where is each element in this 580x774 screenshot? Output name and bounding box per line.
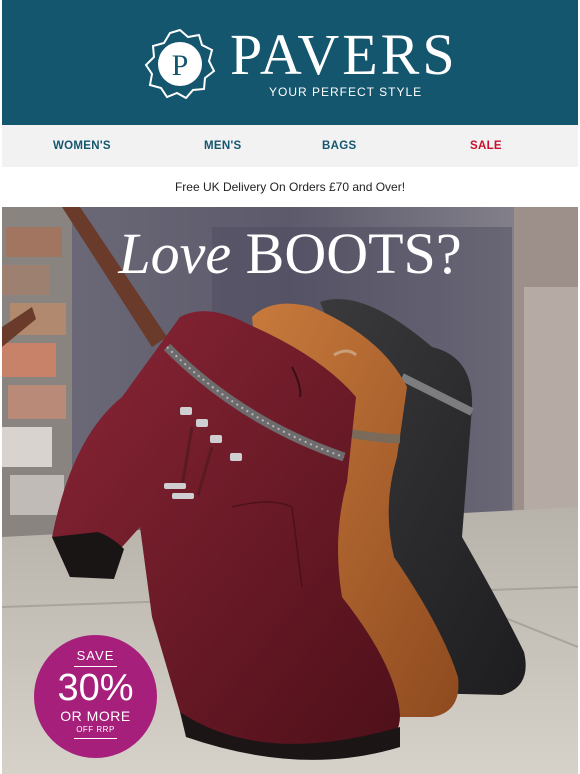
email-frame: P PAVERS YOUR PERFECT STYLE WOMEN'S MEN'… [2,0,578,774]
hero-banner[interactable]: Love BOOTS? SAVE 30% OR MORE OFF RRP [2,207,578,774]
badge-save: SAVE [76,648,115,663]
headline-boots: BOOTS? [245,221,462,286]
pavers-logo-icon[interactable]: P [144,27,216,99]
badge-divider-bottom [74,738,117,739]
brand-name[interactable]: PAVERS [230,24,458,86]
badge-or-more: OR MORE [60,708,131,724]
nav-item-womens[interactable]: WOMEN'S [53,140,111,152]
promo-bar: Free UK Delivery On Orders £70 and Over! [2,167,578,207]
logo-letter: P [172,49,189,82]
header: P PAVERS YOUR PERFECT STYLE [2,0,578,125]
nav-item-sale[interactable]: SALE [470,140,502,152]
badge-off-rrp: OFF RRP [76,725,115,734]
promo-text[interactable]: Free UK Delivery On Orders £70 and Over! [2,180,578,194]
brand-tagline: YOUR PERFECT STYLE [269,85,423,99]
nav-item-mens[interactable]: MEN'S [204,140,241,152]
main-nav: WOMEN'S MEN'S BAGS SALE [2,125,578,167]
discount-badge[interactable]: SAVE 30% OR MORE OFF RRP [34,635,157,758]
hero-headline: Love BOOTS? [2,221,578,287]
nav-item-bags[interactable]: BAGS [322,140,356,152]
headline-love: Love [118,221,232,286]
badge-percent: 30% [57,667,134,709]
